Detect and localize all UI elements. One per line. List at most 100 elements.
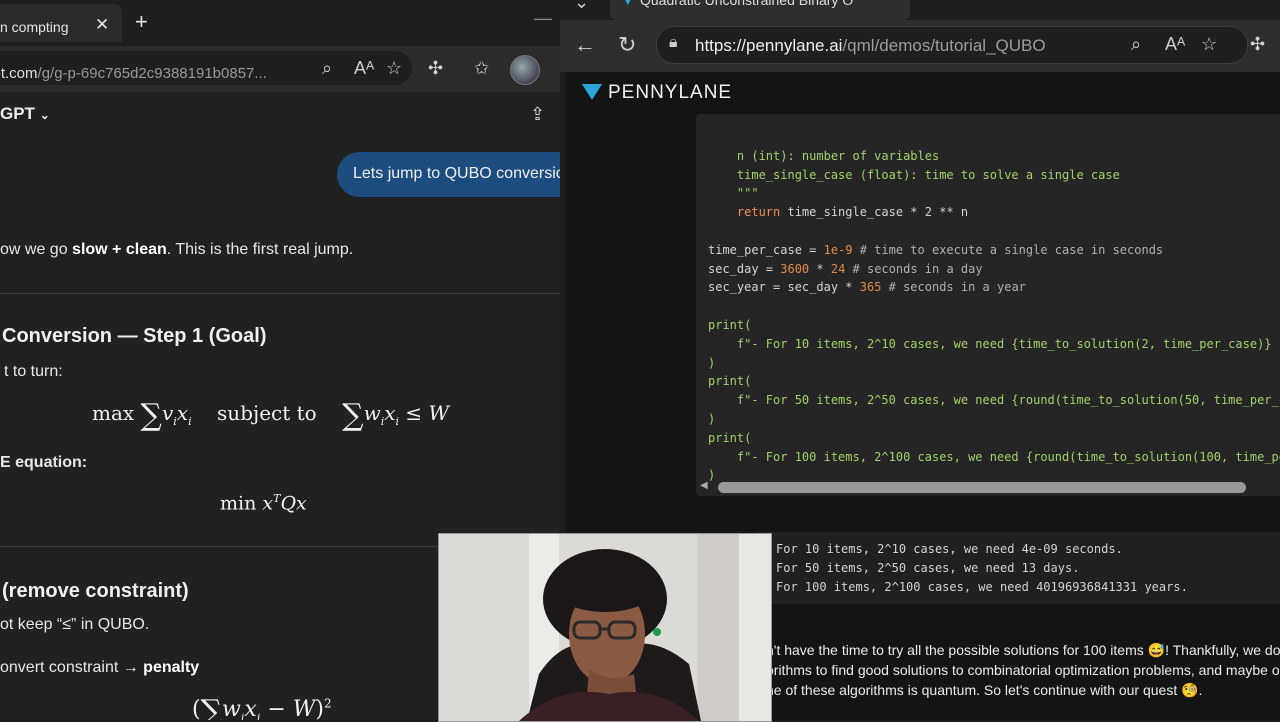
section-heading-2: (remove constraint) <box>2 580 189 602</box>
horizontal-scrollbar-thumb[interactable] <box>718 482 1246 493</box>
profile-avatar[interactable] <box>510 55 540 85</box>
webcam-feed <box>439 534 771 721</box>
scroll-left-icon[interactable]: ◀ <box>700 480 708 491</box>
output-line: For 10 items, 2^10 cases, we need 4e-09 … <box>776 542 1123 556</box>
left-tab-title: n compting <box>0 19 69 35</box>
left-active-tab[interactable]: n compting ✕ <box>0 4 122 42</box>
gpt-model-selector[interactable]: GPT ⌄ <box>0 104 50 124</box>
code-line: * <box>809 261 831 276</box>
right-address-bar[interactable]: 🔒︎ https://pennylane.ai/qml/demos/tutori… <box>656 26 1248 64</box>
qubo-formula: min xTQx <box>220 492 307 515</box>
favorite-star-icon[interactable]: ☆ <box>1201 34 1217 55</box>
favorite-star-icon[interactable]: ☆ <box>386 58 402 79</box>
zoom-icon[interactable]: ⌕ <box>322 58 332 79</box>
favorites-icon[interactable]: ✩ <box>474 58 489 79</box>
code-line: """ <box>708 186 759 201</box>
left-address-row: tgpt.com/g/g-p-69c765d2c9388191b0857... … <box>0 46 560 92</box>
tab-actions-icon[interactable]: ⌄ <box>574 0 589 13</box>
code-print: print( <box>708 317 752 332</box>
pennylane-logo-icon <box>582 84 602 100</box>
share-icon[interactable]: ⇪ <box>530 104 545 125</box>
code-keyword: return <box>708 205 781 220</box>
intro-bold: slow + clean <box>72 241 167 258</box>
right-active-tab[interactable]: ▼ Quadratic Unconstrained Binary O <box>610 0 910 20</box>
intro-pre: ow we go <box>0 241 73 258</box>
code-number: 1e-9 <box>823 242 853 257</box>
code-number: 3600 <box>780 261 810 276</box>
prose-line: orithms to find good solutions to combin… <box>766 662 1280 678</box>
divider <box>0 293 560 294</box>
left-url-text[interactable]: tgpt.com/g/g-p-69c765d2c9388191b0857... <box>0 65 267 82</box>
code-print: print( <box>708 374 752 389</box>
prose-paragraph: n't have the time to try all the possibl… <box>766 640 1280 700</box>
convert-pre: onvert constraint → <box>0 659 144 676</box>
read-aloud-icon[interactable]: Aᴬ <box>1165 34 1185 55</box>
pennylane-logo[interactable]: PENNYLANE <box>582 82 732 104</box>
refresh-icon[interactable]: ↻ <box>618 32 636 58</box>
output-content: For 10 items, 2^10 cases, we need 4e-09 … <box>776 540 1188 596</box>
intro-post: . This is the first real jump. <box>166 241 354 258</box>
extensions-icon[interactable]: ✣ <box>428 58 443 79</box>
code-comment: # time to execute a single case in secon… <box>852 242 1164 257</box>
chevron-down-icon: ⌄ <box>39 108 50 122</box>
url-path: /qml/demos/tutorial_QUBO <box>842 36 1046 55</box>
output-block: For 10 items, 2^10 cases, we need 4e-09 … <box>756 532 1280 604</box>
line-not-keep: ot keep “≤” in QUBO. <box>0 616 150 633</box>
logo-text: PENNYLANE <box>608 82 733 103</box>
output-line: For 100 items, 2^100 cases, we need 4019… <box>776 579 1188 594</box>
math-le: ≤ W <box>405 401 450 425</box>
read-aloud-icon[interactable]: Aᴬ <box>354 58 374 79</box>
code-line: ) <box>708 468 716 483</box>
code-comment: # seconds in a day <box>845 261 983 276</box>
left-address-bar[interactable]: tgpt.com/g/g-p-69c765d2c9388191b0857... <box>0 51 412 85</box>
code-number: 365 <box>859 280 882 295</box>
url-path: /g/g-p-69c765d2c9388191b0857... <box>37 65 267 82</box>
code-line: ) <box>708 355 716 370</box>
math-min: min <box>220 492 257 515</box>
penalty-formula: (∑wixi − W)2 <box>192 694 332 720</box>
code-fstring: f"- For 50 items, 2^50 cases, we need {r… <box>708 393 1280 408</box>
code-comment: # seconds in a year <box>881 280 1026 295</box>
right-url-text[interactable]: https://pennylane.ai/qml/demos/tutorial_… <box>695 36 1046 56</box>
convert-bold: penalty <box>143 659 200 676</box>
url-host: https://pennylane.ai <box>695 36 843 55</box>
math-max: max <box>92 401 135 425</box>
line-to-turn: t to turn: <box>4 363 63 380</box>
close-icon[interactable]: ✕ <box>95 15 109 35</box>
left-tab-bar: n compting ✕ + — <box>0 0 560 46</box>
back-arrow-icon[interactable]: ← <box>574 32 596 58</box>
pennylane-favicon-icon: ▼ <box>622 0 634 8</box>
code-fstring: f"- For 10 items, 2^10 cases, we need {t… <box>708 336 1280 351</box>
lock-icon[interactable]: 🔒︎ <box>669 34 678 52</box>
output-line: For 50 items, 2^50 cases, we need 13 day… <box>776 560 1080 575</box>
zoom-icon[interactable]: ⌕ <box>1131 34 1141 55</box>
webcam-overlay <box>438 533 772 722</box>
right-tab-title: Quadratic Unconstrained Binary O <box>640 0 854 8</box>
code-print: print( <box>708 430 752 445</box>
code-line: n (int): number of variables <box>708 148 940 163</box>
right-tab-strip: ⌄ ▼ Quadratic Unconstrained Binary O <box>560 0 1280 20</box>
user-message-text: Lets jump to QUBO conversio <box>353 165 560 182</box>
new-tab-plus-icon[interactable]: + <box>135 9 148 35</box>
gpt-header-label: GPT <box>0 104 35 123</box>
code-line: sec_year = sec_day * <box>708 280 860 295</box>
user-message-bubble: Lets jump to QUBO conversio <box>337 152 560 197</box>
right-toolbar: ← ↻ 🔒︎ https://pennylane.ai/qml/demos/tu… <box>560 20 1280 72</box>
code-block: n (int): number of variables time_single… <box>696 114 1280 496</box>
url-host: tgpt.com <box>0 65 38 82</box>
extensions-icon[interactable]: ✣ <box>1250 34 1265 55</box>
prose-line: he of these algorithms is quantum. So le… <box>766 682 1203 698</box>
minimize-icon[interactable]: — <box>534 8 552 29</box>
code-line: time_single_case * 2 ** n <box>780 205 969 220</box>
code-fstring: f"- For 100 items, 2^100 cases, we need … <box>708 449 1280 464</box>
objective-formula: max ∑vixi subject to ∑wixi ≤ W <box>92 398 450 433</box>
code-line: sec_day = <box>708 261 781 276</box>
response-intro: ow we go slow + clean. This is the first… <box>0 241 353 259</box>
math-subject-to: subject to <box>217 401 317 425</box>
code-line: ) <box>708 411 716 426</box>
code-line: time_per_case = <box>708 242 824 257</box>
section-heading-1: Conversion — Step 1 (Goal) <box>2 325 267 347</box>
code-number: 24 <box>830 261 846 276</box>
code-content: n (int): number of variables time_single… <box>708 128 1280 485</box>
code-line: time_single_case (float): time to solve … <box>708 167 1120 182</box>
